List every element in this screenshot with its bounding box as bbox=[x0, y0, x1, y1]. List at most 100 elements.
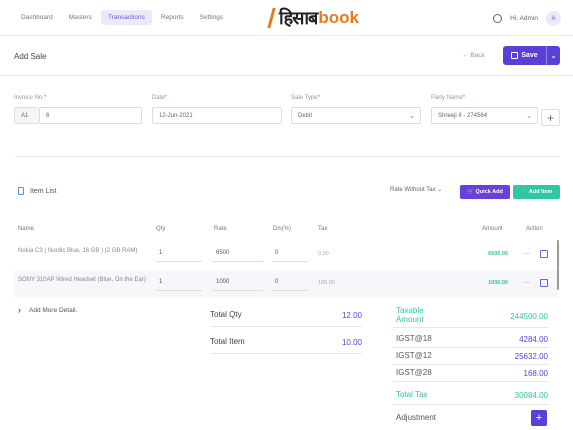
more-options-icon[interactable]: ··· bbox=[523, 249, 531, 258]
save-label: Save bbox=[521, 52, 538, 59]
total-tax-label: Total Tax bbox=[396, 390, 428, 399]
user-name: Admin bbox=[519, 15, 538, 22]
igst28-label: IGST@28 bbox=[396, 368, 432, 377]
save-disk-icon bbox=[511, 52, 519, 59]
quick-add-button[interactable]: 🛒 Quick Add bbox=[460, 185, 510, 199]
sale-type-select[interactable]: Debit ⌄ bbox=[291, 107, 421, 124]
avatar[interactable]: A bbox=[546, 11, 561, 26]
igst12-value: 25632.00 bbox=[514, 352, 548, 361]
igst28-value: 168.00 bbox=[523, 369, 548, 378]
total-item-label: Total Item bbox=[210, 337, 245, 346]
add-item-button[interactable]: 🛒 Add Item bbox=[513, 185, 560, 199]
greeting: Hi, Admin bbox=[510, 15, 538, 22]
plus-icon: + bbox=[546, 110, 554, 125]
add-more-label: Add More Detail. bbox=[29, 306, 78, 314]
row-checkbox[interactable] bbox=[540, 250, 548, 258]
back-label: Back bbox=[470, 52, 485, 59]
chevron-down-icon: ⌄ bbox=[409, 113, 415, 120]
amount-value: 1000.00 bbox=[488, 280, 508, 286]
cart-icon: 🛒 bbox=[467, 189, 476, 195]
col-action: Action bbox=[526, 226, 543, 232]
party-select[interactable]: Shreeji II - 274564 ⌄ bbox=[431, 107, 538, 124]
divider bbox=[393, 404, 548, 405]
item-list-title: Item List bbox=[30, 187, 57, 195]
divider bbox=[393, 364, 548, 365]
table-scrollbar[interactable] bbox=[557, 240, 559, 290]
brand-logo[interactable]: हिसाब book bbox=[267, 5, 359, 31]
igst12-label: IGST@12 bbox=[396, 351, 432, 360]
igst18-value: 4284.00 bbox=[519, 335, 548, 344]
add-more-detail[interactable]: › Add More Detail. bbox=[18, 305, 77, 315]
taxable-amount-value: 244500.00 bbox=[510, 312, 548, 321]
rate-input[interactable]: 6500 bbox=[213, 245, 263, 262]
save-dropdown-chevron-icon[interactable]: ⌄ bbox=[547, 52, 560, 60]
item-name: SONY 310AP Wired Headset (Blue, On the E… bbox=[18, 277, 146, 283]
col-name: Name bbox=[18, 226, 35, 232]
invoice-number-input[interactable]: 6 bbox=[39, 107, 142, 124]
add-party-button[interactable]: + bbox=[541, 109, 560, 126]
document-icon bbox=[18, 187, 24, 195]
invoice-prefix[interactable]: A1 bbox=[14, 107, 39, 124]
nav-dashboard[interactable]: Dashboard bbox=[14, 10, 60, 25]
more-options-icon[interactable]: ··· bbox=[523, 278, 531, 287]
col-rate: Rate bbox=[214, 226, 227, 232]
total-qty-label: Total Qty bbox=[210, 310, 242, 319]
row-checkbox[interactable] bbox=[540, 279, 548, 287]
item-list-heading: Item List bbox=[18, 187, 56, 195]
invoice-label-wrap: Invoice No.* bbox=[14, 95, 47, 101]
rate-input[interactable]: 1000 bbox=[213, 274, 263, 291]
date-input[interactable]: 12-Jun-2021 bbox=[152, 107, 282, 124]
divider bbox=[210, 326, 362, 327]
tax-value: 180.00 bbox=[318, 280, 335, 286]
total-tax-value: 30084.00 bbox=[514, 391, 548, 400]
save-main[interactable]: Save bbox=[503, 46, 547, 65]
user-area: Hi, Admin A bbox=[493, 11, 561, 26]
table-row: SONY 310AP Wired Headset (Blue, On the E… bbox=[14, 270, 558, 298]
greeting-hi: Hi, bbox=[510, 15, 519, 22]
amount-value: 6500.00 bbox=[488, 251, 508, 257]
logo-hindi-text: हिसाब bbox=[279, 8, 318, 29]
invoice-label: Invoice No. bbox=[14, 95, 45, 101]
save-button[interactable]: Save ⌄ bbox=[503, 46, 560, 65]
table-row: Nokia C3 ( Nordic Blue, 16 GB ) (2 GB RA… bbox=[14, 241, 558, 269]
cart-icon: 🛒 bbox=[520, 189, 529, 195]
tax-value: 0.00 bbox=[318, 251, 329, 257]
taxable-amount-label: Taxable Amount bbox=[396, 306, 424, 324]
date-field: Date* 12-Jun-2021 bbox=[152, 95, 282, 124]
rate-mode-select[interactable]: Rate Without Tax ⌄ bbox=[390, 186, 442, 193]
back-link[interactable]: ← Back bbox=[462, 52, 485, 59]
add-item-label: Add Item bbox=[528, 189, 553, 195]
add-adjustment-button[interactable]: + bbox=[531, 410, 547, 426]
discount-input[interactable]: 0 bbox=[272, 274, 308, 291]
adjustment-label: Adjustment bbox=[396, 413, 437, 422]
divider bbox=[393, 381, 548, 382]
logo-mark-icon bbox=[267, 8, 279, 28]
qty-input[interactable]: 1 bbox=[156, 274, 202, 291]
nav-settings[interactable]: Settings bbox=[193, 10, 231, 25]
divider bbox=[14, 156, 560, 157]
total-item-value: 10.00 bbox=[341, 338, 362, 347]
sale-type-value: Debit bbox=[298, 112, 313, 119]
col-discount: Dis(%) bbox=[273, 226, 291, 232]
page-header: Add Sale ← Back Save ⌄ bbox=[0, 36, 573, 76]
top-navbar: Dashboard Masters Transactions Reports S… bbox=[0, 0, 573, 36]
nav-masters[interactable]: Masters bbox=[62, 10, 99, 25]
divider bbox=[393, 327, 548, 328]
gear-icon[interactable] bbox=[493, 14, 503, 23]
chevron-down-icon: ⌄ bbox=[437, 187, 443, 193]
invoice-field: Invoice No.* A1 6 bbox=[14, 95, 142, 124]
party-field: Party Name* Shreeji II - 274564 ⌄ bbox=[431, 95, 538, 124]
qty-input[interactable]: 1 bbox=[156, 245, 202, 262]
discount-input[interactable]: 0 bbox=[272, 245, 308, 262]
nav-reports[interactable]: Reports bbox=[154, 10, 191, 25]
chevron-down-icon: ⌄ bbox=[526, 113, 532, 120]
item-name: Nokia C3 ( Nordic Blue, 16 GB ) (2 GB RA… bbox=[18, 248, 138, 254]
sale-type-field: Sale Type* Debit ⌄ bbox=[291, 95, 421, 124]
total-qty-value: 12.00 bbox=[341, 311, 362, 320]
nav-transactions[interactable]: Transactions bbox=[100, 10, 152, 25]
plus-icon: + bbox=[535, 412, 543, 424]
party-value: Shreeji II - 274564 bbox=[438, 112, 488, 119]
col-qty: Qty bbox=[156, 226, 166, 232]
sale-type-label: Sale Type bbox=[291, 95, 318, 101]
chevron-right-icon: › bbox=[18, 305, 21, 315]
